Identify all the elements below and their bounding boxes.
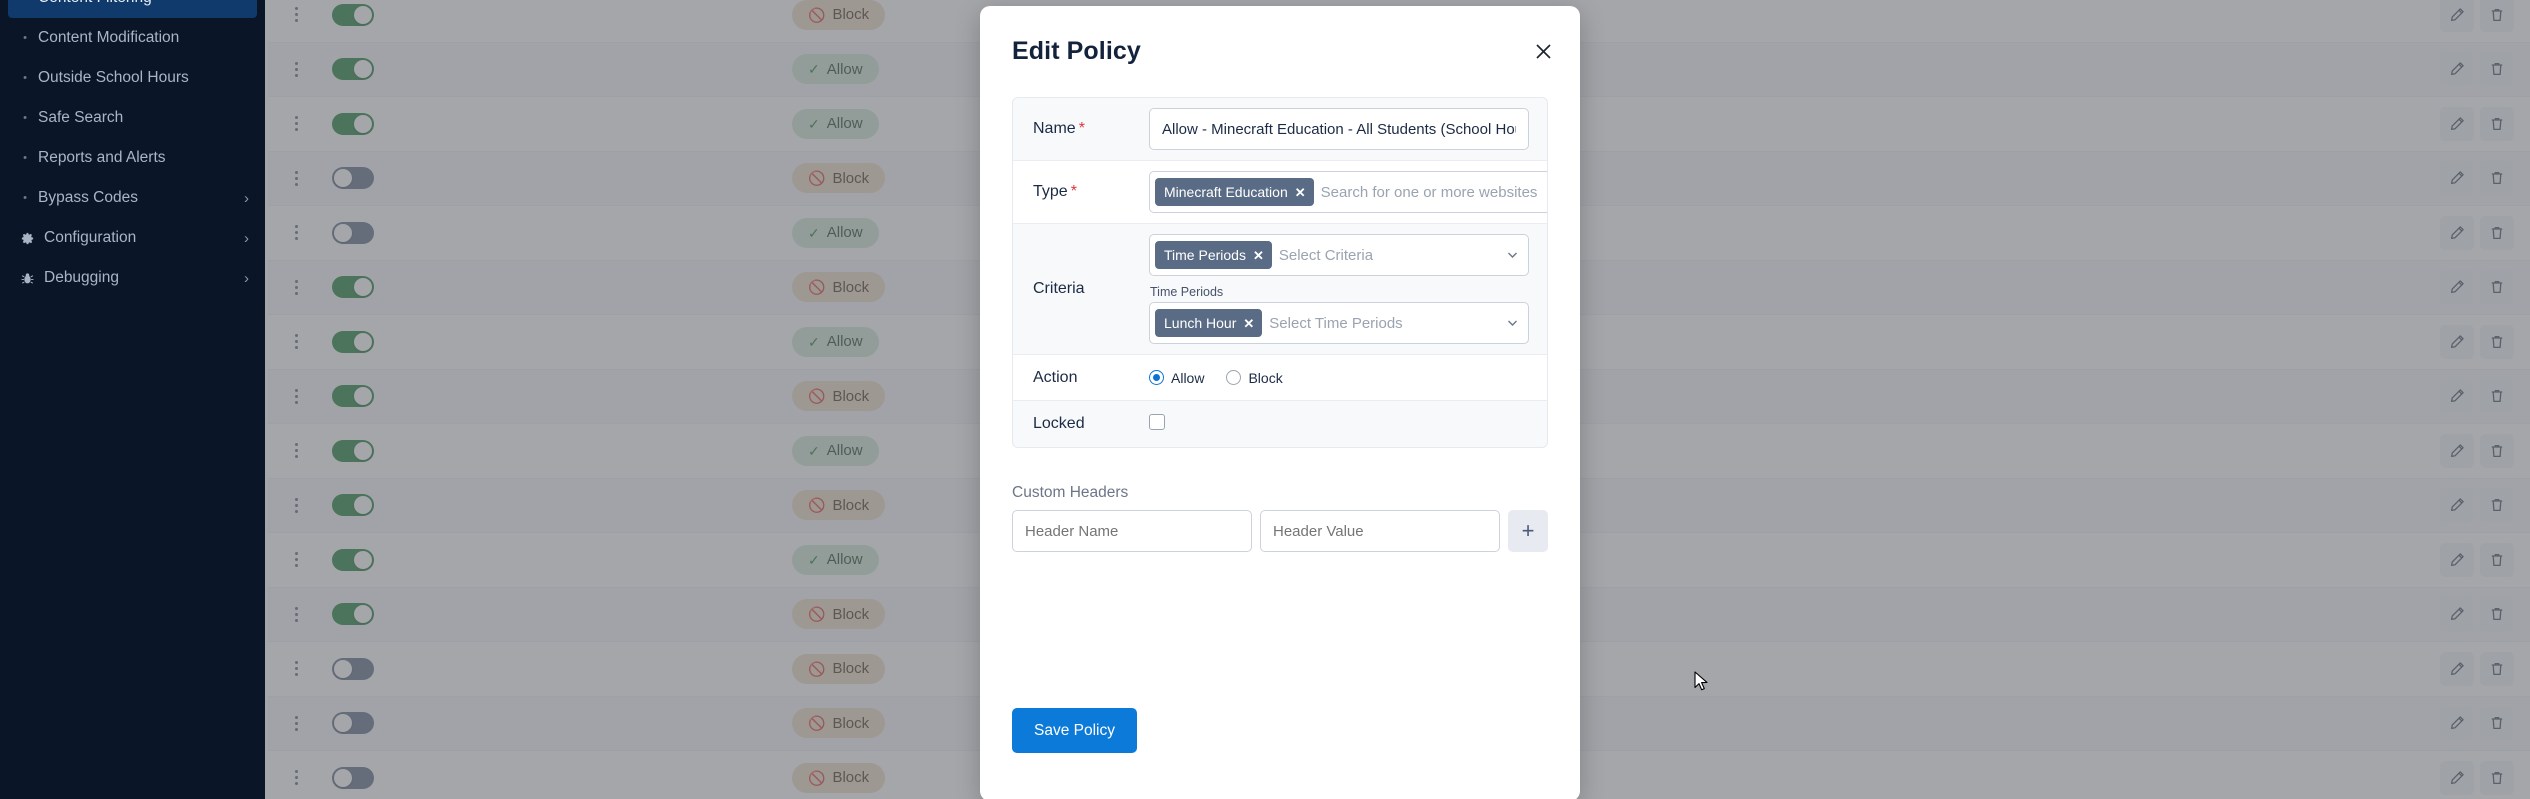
action-label-text: Action	[1033, 368, 1078, 386]
sidebar-item-label: Safe Search	[38, 109, 124, 126]
sidebar-item-label: Content Filtering	[38, 0, 152, 7]
main-sidebar: •Content Filtering•Content Modification•…	[0, 0, 265, 799]
gear-icon	[18, 231, 36, 246]
sidebar-item-label: Configuration	[44, 229, 137, 246]
chip-label: Time Periods	[1164, 247, 1246, 263]
radio-dot-selected-icon[interactable]	[1149, 370, 1164, 385]
time-periods-placeholder: Select Time Periods	[1269, 314, 1403, 332]
form-row-name: Name *	[1013, 98, 1547, 161]
custom-headers-row: +	[1012, 510, 1548, 552]
chip-remove-icon[interactable]: ✕	[1295, 186, 1306, 199]
locked-label-text: Locked	[1033, 415, 1085, 432]
bullet-dot-icon: •	[18, 0, 32, 4]
form-row-action: Action Allow Block	[1013, 355, 1547, 401]
bullet-dot-icon: •	[23, 191, 27, 204]
bug-icon	[18, 271, 36, 286]
chip-remove-icon[interactable]: ✕	[1253, 249, 1264, 262]
sidebar-item-bypass-codes[interactable]: • Bypass Codes ›	[0, 178, 265, 218]
criteria-multiselect[interactable]: Time Periods ✕ Select Criteria	[1149, 234, 1529, 276]
form-row-criteria: Criteria Time Periods ✕ Select Criteria	[1013, 224, 1547, 355]
name-label: Name *	[1013, 120, 1149, 138]
name-label-text: Name	[1033, 120, 1076, 137]
time-periods-multiselect[interactable]: Lunch Hour ✕ Select Time Periods	[1149, 302, 1529, 344]
locked-checkbox[interactable]	[1149, 413, 1165, 430]
criteria-label: Criteria	[1013, 280, 1149, 298]
edit-policy-modal: Edit Policy Name* Type*	[980, 6, 1580, 799]
chip-criteria[interactable]: Time Periods ✕	[1155, 241, 1272, 269]
radio-dot-icon[interactable]	[1226, 370, 1242, 385]
chevron-down-icon[interactable]	[1506, 249, 1519, 262]
sidebar-item-content-filtering[interactable]: • Content Filtering	[8, 0, 257, 18]
time-periods-sublabel: Time Periods	[1150, 285, 1224, 299]
custom-headers-title: Custom Headers	[1012, 484, 1129, 501]
type-label: Type *	[1013, 183, 1149, 201]
chip-label: Lunch Hour	[1164, 315, 1237, 331]
sidebar-item-label: Reports and Alerts	[38, 149, 166, 166]
criteria-placeholder: Select Criteria	[1278, 246, 1374, 264]
radio-allow-label: Allow	[1171, 369, 1205, 386]
sidebar-item-label: Debugging	[44, 269, 119, 286]
sidebar-item-reports-and-alerts[interactable]: • Reports and Alerts	[0, 138, 265, 178]
bullet-dot-icon: •	[23, 71, 27, 84]
sidebar-item-configuration[interactable]: Configuration ›	[0, 218, 265, 258]
sidebar-item-label: Content Modification	[38, 29, 180, 46]
bullet-dot-icon: •	[23, 111, 27, 124]
sidebar-item-label: Outside School Hours	[38, 69, 189, 86]
bullet-dot-icon: •	[23, 31, 27, 44]
type-multiselect[interactable]: Minecraft Education ✕ Search for one or …	[1149, 171, 1547, 213]
radio-block-label: Block	[1248, 369, 1283, 386]
policy-management-page: •Content Filtering•Content Modification•…	[0, 0, 2530, 799]
form-row-type: Type * Minecraft Education ✕ Search for o…	[1013, 161, 1547, 224]
chevron-right-icon[interactable]: ›	[244, 270, 249, 287]
type-label-text: Type	[1033, 183, 1068, 200]
chip-time-period[interactable]: Lunch Hour ✕	[1155, 309, 1263, 337]
required-asterisk: *	[1070, 183, 1077, 200]
chevron-right-icon[interactable]: ›	[244, 190, 249, 207]
modal-title: Edit Policy	[1012, 37, 1141, 65]
add-header-button[interactable]: +	[1508, 510, 1548, 552]
save-policy-button[interactable]: Save Policy	[1012, 708, 1137, 753]
chevron-down-icon[interactable]	[1545, 186, 1547, 199]
sidebar-item-outside-school-hours[interactable]: • Outside School Hours	[0, 58, 265, 98]
plus-icon: +	[1521, 518, 1535, 543]
radio-action-allow[interactable]: Allow	[1149, 370, 1204, 386]
criteria-label-text: Criteria	[1033, 280, 1085, 297]
chevron-down-icon[interactable]	[1506, 317, 1519, 330]
chip-remove-icon[interactable]: ✕	[1243, 317, 1254, 330]
policy-form: Name* Type* Minecraft Education ✕	[1012, 97, 1548, 448]
sidebar-item-content-modification[interactable]: • Content Modification	[0, 18, 265, 58]
chip-label: Minecraft Education	[1164, 184, 1288, 200]
bullet-dot-icon: •	[23, 151, 27, 164]
header-value-input[interactable]	[1260, 510, 1500, 552]
form-row-locked: Locked	[1013, 401, 1547, 447]
action-label: Action	[1013, 369, 1149, 387]
sidebar-item-safe-search[interactable]: • Safe Search	[0, 98, 265, 138]
chip-type[interactable]: Minecraft Education ✕	[1155, 178, 1314, 206]
header-name-input[interactable]	[1012, 510, 1252, 552]
policy-name-input[interactable]	[1149, 108, 1529, 150]
chevron-right-icon[interactable]: ›	[244, 230, 249, 247]
sidebar-item-label: Bypass Codes	[38, 189, 138, 206]
required-asterisk: *	[1078, 120, 1085, 137]
type-placeholder: Search for one or more websites	[1320, 183, 1538, 201]
sidebar-item-debugging[interactable]: Debugging ›	[0, 258, 265, 298]
close-x-icon[interactable]	[1530, 38, 1556, 64]
radio-action-block[interactable]: Block	[1226, 369, 1283, 386]
locked-label: Locked	[1013, 415, 1149, 433]
